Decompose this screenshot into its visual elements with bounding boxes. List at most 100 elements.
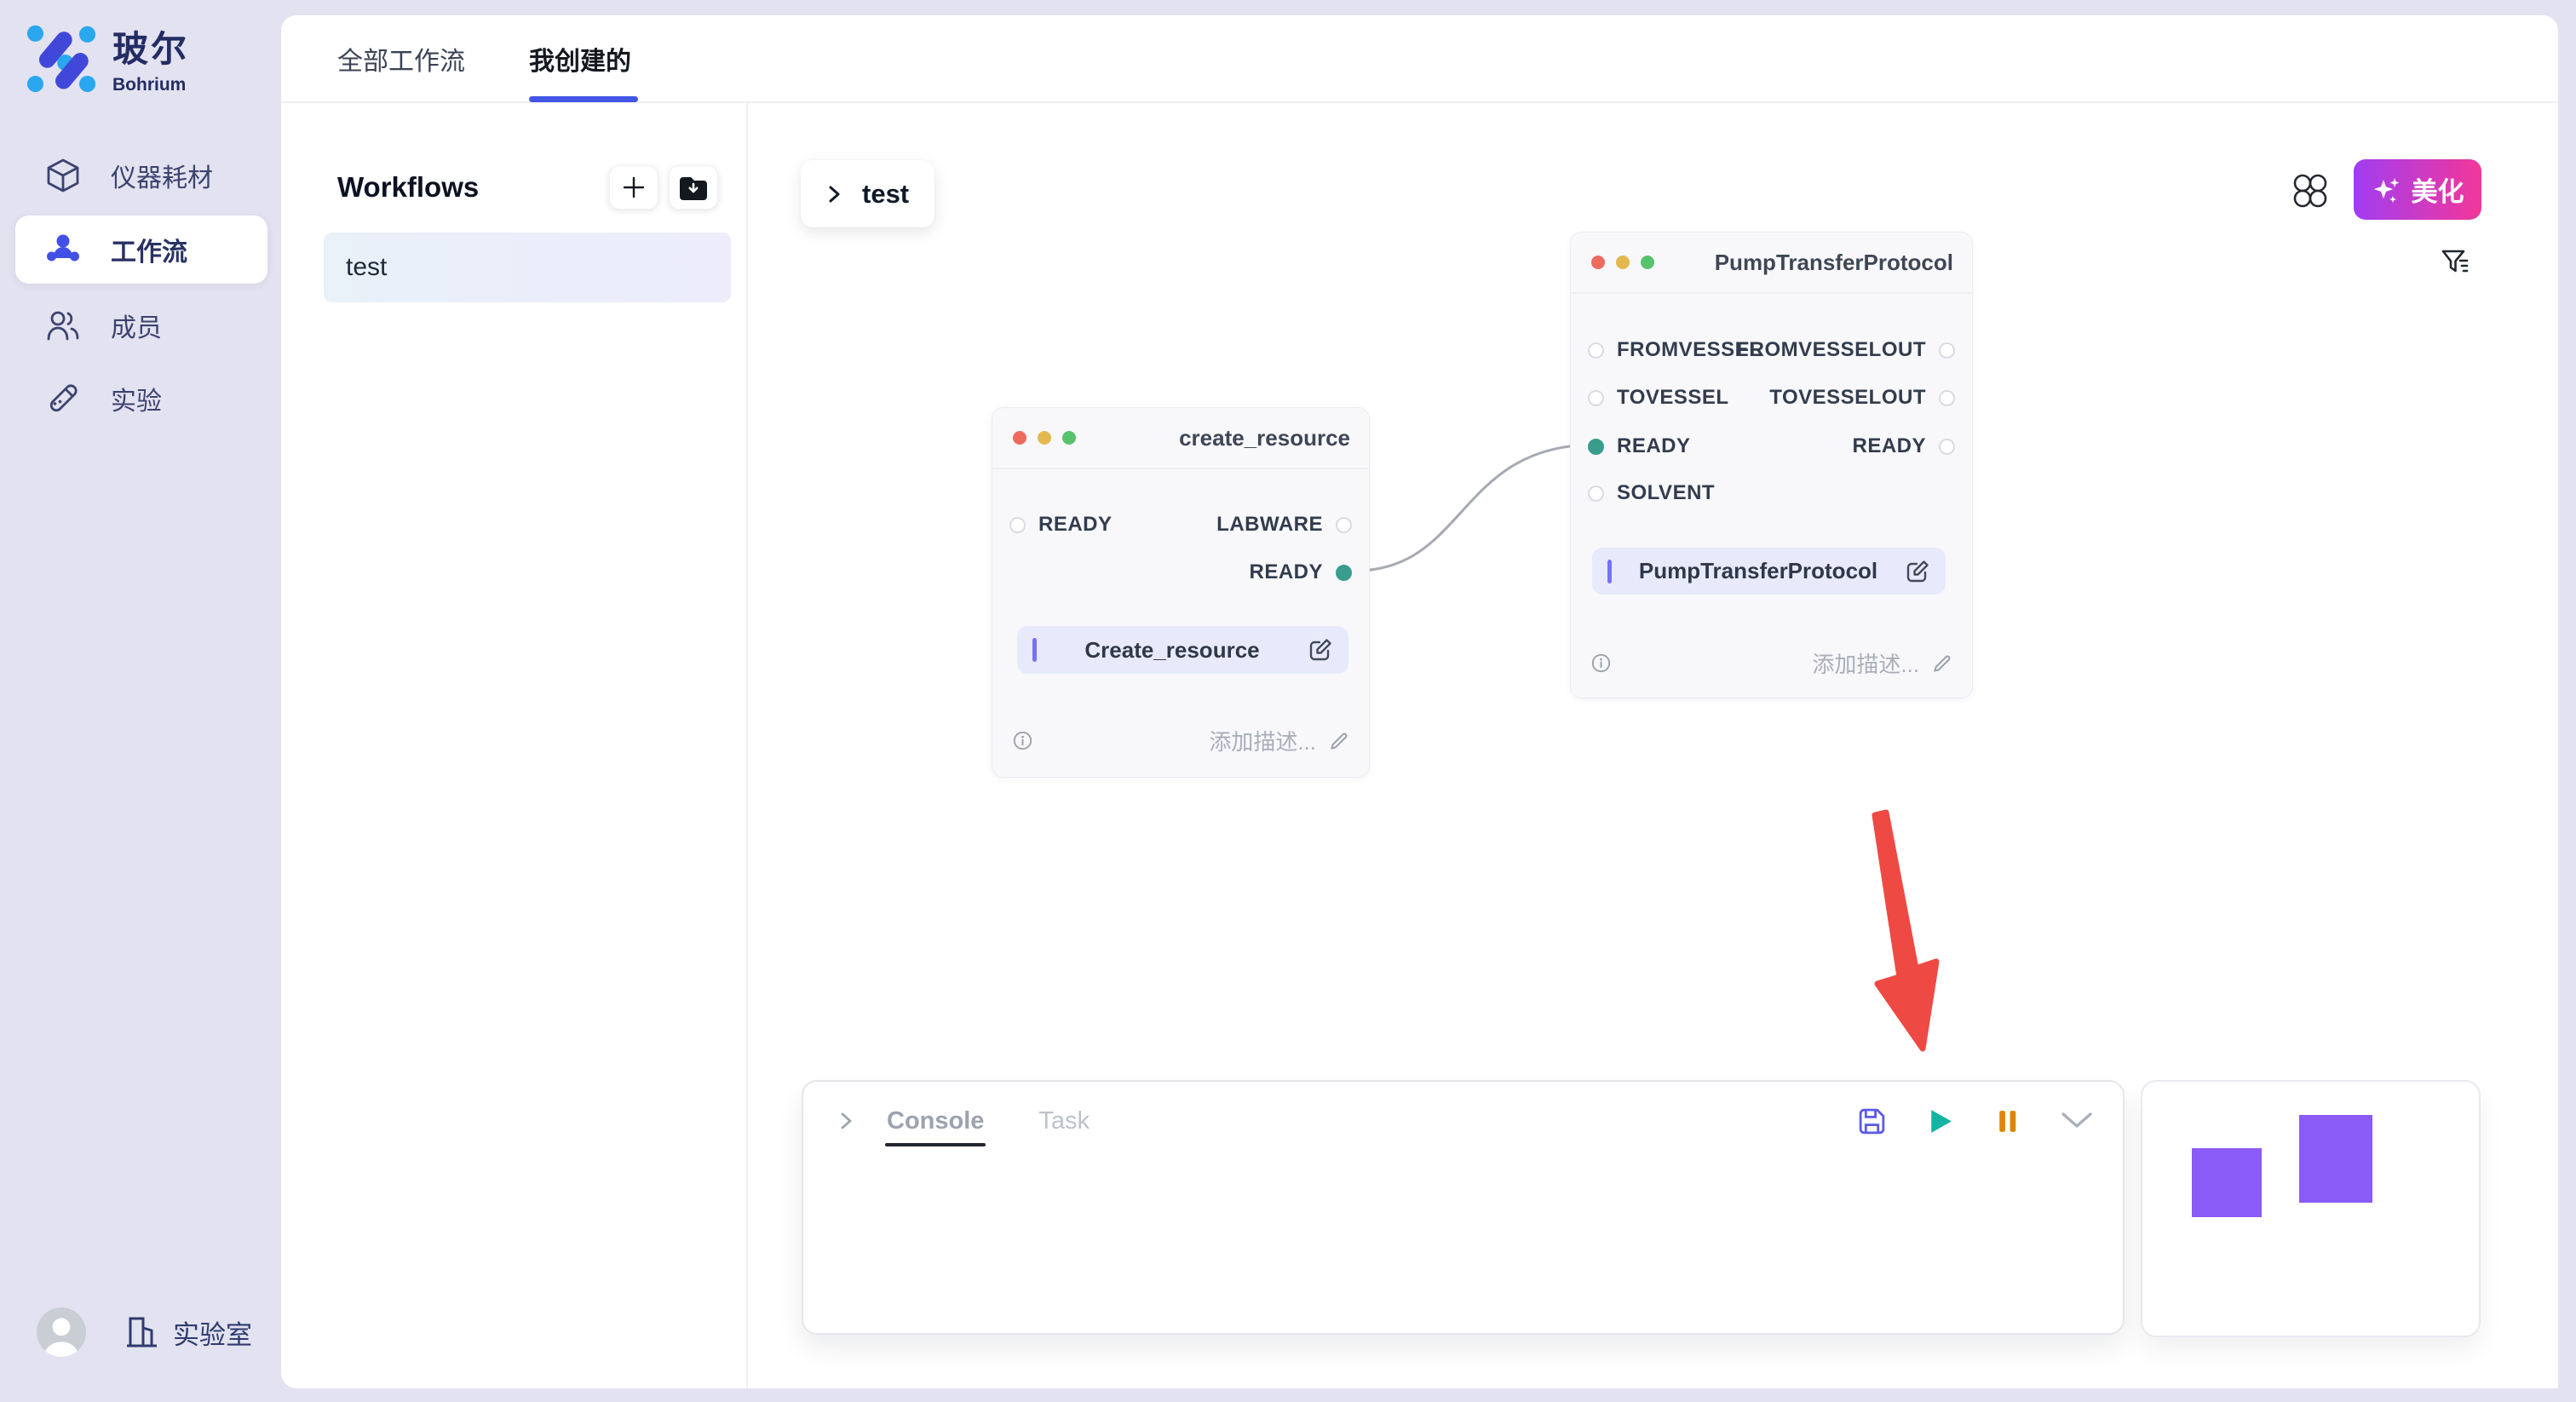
workflow-list-title: Workflows (337, 171, 599, 204)
port-circle[interactable] (1588, 486, 1604, 502)
add-workflow-button[interactable] (609, 165, 658, 210)
sidebar: 玻尔 Bohrium 仪器耗材 工作流 成员 (0, 0, 281, 1402)
node-header[interactable]: create_resource (992, 408, 1369, 469)
port-circle[interactable] (1588, 390, 1604, 406)
import-folder-button[interactable] (669, 165, 718, 210)
port-circle[interactable] (1588, 342, 1604, 359)
node-footer: 添加描述... (1013, 725, 1350, 756)
tab-all-workflows[interactable]: 全部工作流 (337, 15, 465, 101)
description-placeholder[interactable]: 添加描述... (1812, 647, 1919, 679)
node-header[interactable]: PumpTransferProtocol (1571, 233, 1972, 294)
port-circle[interactable] (1009, 517, 1026, 533)
workspace-label: 实验室 (173, 1313, 252, 1352)
sidebar-item-label: 实验 (111, 380, 162, 417)
beautify-label: 美化 (2412, 170, 2464, 209)
filter-icon[interactable] (2439, 246, 2471, 279)
output-port-ready[interactable]: READY (1249, 561, 1352, 583)
sidebar-item-experiments[interactable]: 实验 (15, 365, 267, 433)
pause-icon[interactable] (1992, 1106, 2022, 1136)
port-circle[interactable] (1336, 517, 1352, 533)
breadcrumb[interactable]: test (801, 160, 934, 227)
output-port-fromvesselout[interactable]: FROMVESSELOUT (1736, 339, 1955, 361)
workflow-item-name: test (346, 253, 387, 282)
sidebar-item-instruments[interactable]: 仪器耗材 (15, 141, 267, 210)
sidebar-item-workflow[interactable]: 工作流 (15, 215, 267, 284)
port-circle[interactable] (1939, 390, 1955, 406)
port-circle-connected[interactable] (1588, 439, 1604, 455)
input-port-solvent[interactable]: SOLVENT (1588, 482, 1715, 504)
main-content: 全部工作流 我创建的 Workflows test (281, 15, 2558, 1388)
workflow-list-item-test[interactable]: test (324, 233, 731, 302)
person-silhouette-icon (37, 1307, 86, 1357)
brand-logo: 玻尔 Bohrium (26, 20, 189, 95)
run-play-icon[interactable] (1925, 1106, 1955, 1136)
traffic-light-red (1591, 256, 1605, 269)
package-icon (44, 157, 82, 194)
node-create-resource[interactable]: create_resource READY LABWARE READY Crea… (992, 407, 1370, 778)
members-icon (44, 307, 82, 344)
edit-icon[interactable] (1905, 559, 1930, 584)
chevron-down-icon[interactable] (2060, 1110, 2094, 1132)
workflow-canvas[interactable]: test 美化 (748, 103, 2558, 1388)
sidebar-item-label: 仪器耗材 (111, 157, 213, 194)
port-circle[interactable] (1939, 439, 1955, 455)
minimap[interactable] (2141, 1080, 2481, 1337)
beautify-button[interactable]: 美化 (2354, 159, 2481, 220)
tab-console[interactable]: Console (887, 1107, 984, 1135)
sparkles-icon (2372, 175, 2402, 205)
console-header: Console Task (836, 1100, 2094, 1141)
sidebar-item-members[interactable]: 成员 (15, 291, 267, 359)
components-icon[interactable] (2290, 170, 2331, 211)
plus-icon (621, 175, 647, 200)
building-icon (124, 1313, 161, 1351)
chevron-right-icon (823, 183, 845, 205)
node-action-pill[interactable]: PumpTransferProtocol (1592, 548, 1946, 595)
folder-download-icon (678, 175, 709, 201)
node-footer: 添加描述... (1591, 647, 1953, 679)
minimap-node-pump-transfer (2299, 1115, 2372, 1203)
sidebar-item-label: 成员 (111, 307, 162, 344)
brand-name-zh: 玻尔 (112, 20, 189, 72)
input-port-ready[interactable]: READY (1588, 435, 1691, 457)
workspace-switcher[interactable]: 实验室 (124, 1313, 252, 1352)
input-port-tovessel[interactable]: TOVESSEL (1588, 387, 1729, 409)
bohrium-logo-icon (26, 22, 97, 94)
description-placeholder[interactable]: 添加描述... (1209, 725, 1316, 756)
node-title: PumpTransferProtocol (1654, 250, 1953, 276)
sidebar-footer: 实验室 (37, 1307, 252, 1357)
traffic-light-yellow (1038, 431, 1051, 445)
port-circle[interactable] (1939, 342, 1955, 359)
traffic-light-yellow (1616, 256, 1630, 269)
edit-icon[interactable] (1308, 637, 1333, 663)
minimap-node-create-resource (2192, 1148, 2262, 1217)
info-icon[interactable] (1013, 731, 1032, 750)
node-pump-transfer-protocol[interactable]: PumpTransferProtocol FROMVESSEL TOVESSEL… (1570, 232, 1973, 698)
collapse-chevron-icon[interactable] (836, 1110, 858, 1132)
workflow-list-header: Workflows (337, 164, 718, 210)
info-icon[interactable] (1591, 653, 1611, 673)
workflow-team-icon (44, 231, 82, 268)
node-action-pill[interactable]: Create_resource (1017, 626, 1348, 674)
sidebar-item-label: 工作流 (111, 231, 187, 268)
user-avatar[interactable] (37, 1307, 86, 1357)
tab-my-created[interactable]: 我创建的 (529, 15, 631, 101)
node-title: create_resource (1076, 425, 1350, 451)
workflow-tabbar: 全部工作流 我创建的 (281, 15, 2558, 103)
pencil-icon[interactable] (1931, 652, 1953, 675)
console-panel: Console Task (802, 1080, 2125, 1335)
save-icon[interactable] (1856, 1106, 1888, 1137)
breadcrumb-label: test (862, 179, 909, 210)
traffic-light-green (1062, 431, 1076, 445)
tab-task[interactable]: Task (1038, 1107, 1090, 1135)
workflow-list-panel: Workflows test (281, 103, 748, 1388)
test-tube-icon (44, 380, 82, 417)
input-port-ready[interactable]: READY (1009, 514, 1113, 536)
output-port-labware[interactable]: LABWARE (1216, 514, 1352, 536)
active-tab-indicator (529, 96, 638, 102)
port-circle-connected[interactable] (1336, 565, 1352, 581)
pencil-icon[interactable] (1328, 730, 1350, 752)
traffic-light-green (1641, 256, 1654, 269)
brand-name-en: Bohrium (112, 75, 189, 95)
output-port-tovesselout[interactable]: TOVESSELOUT (1769, 387, 1955, 409)
output-port-ready[interactable]: READY (1852, 435, 1955, 457)
